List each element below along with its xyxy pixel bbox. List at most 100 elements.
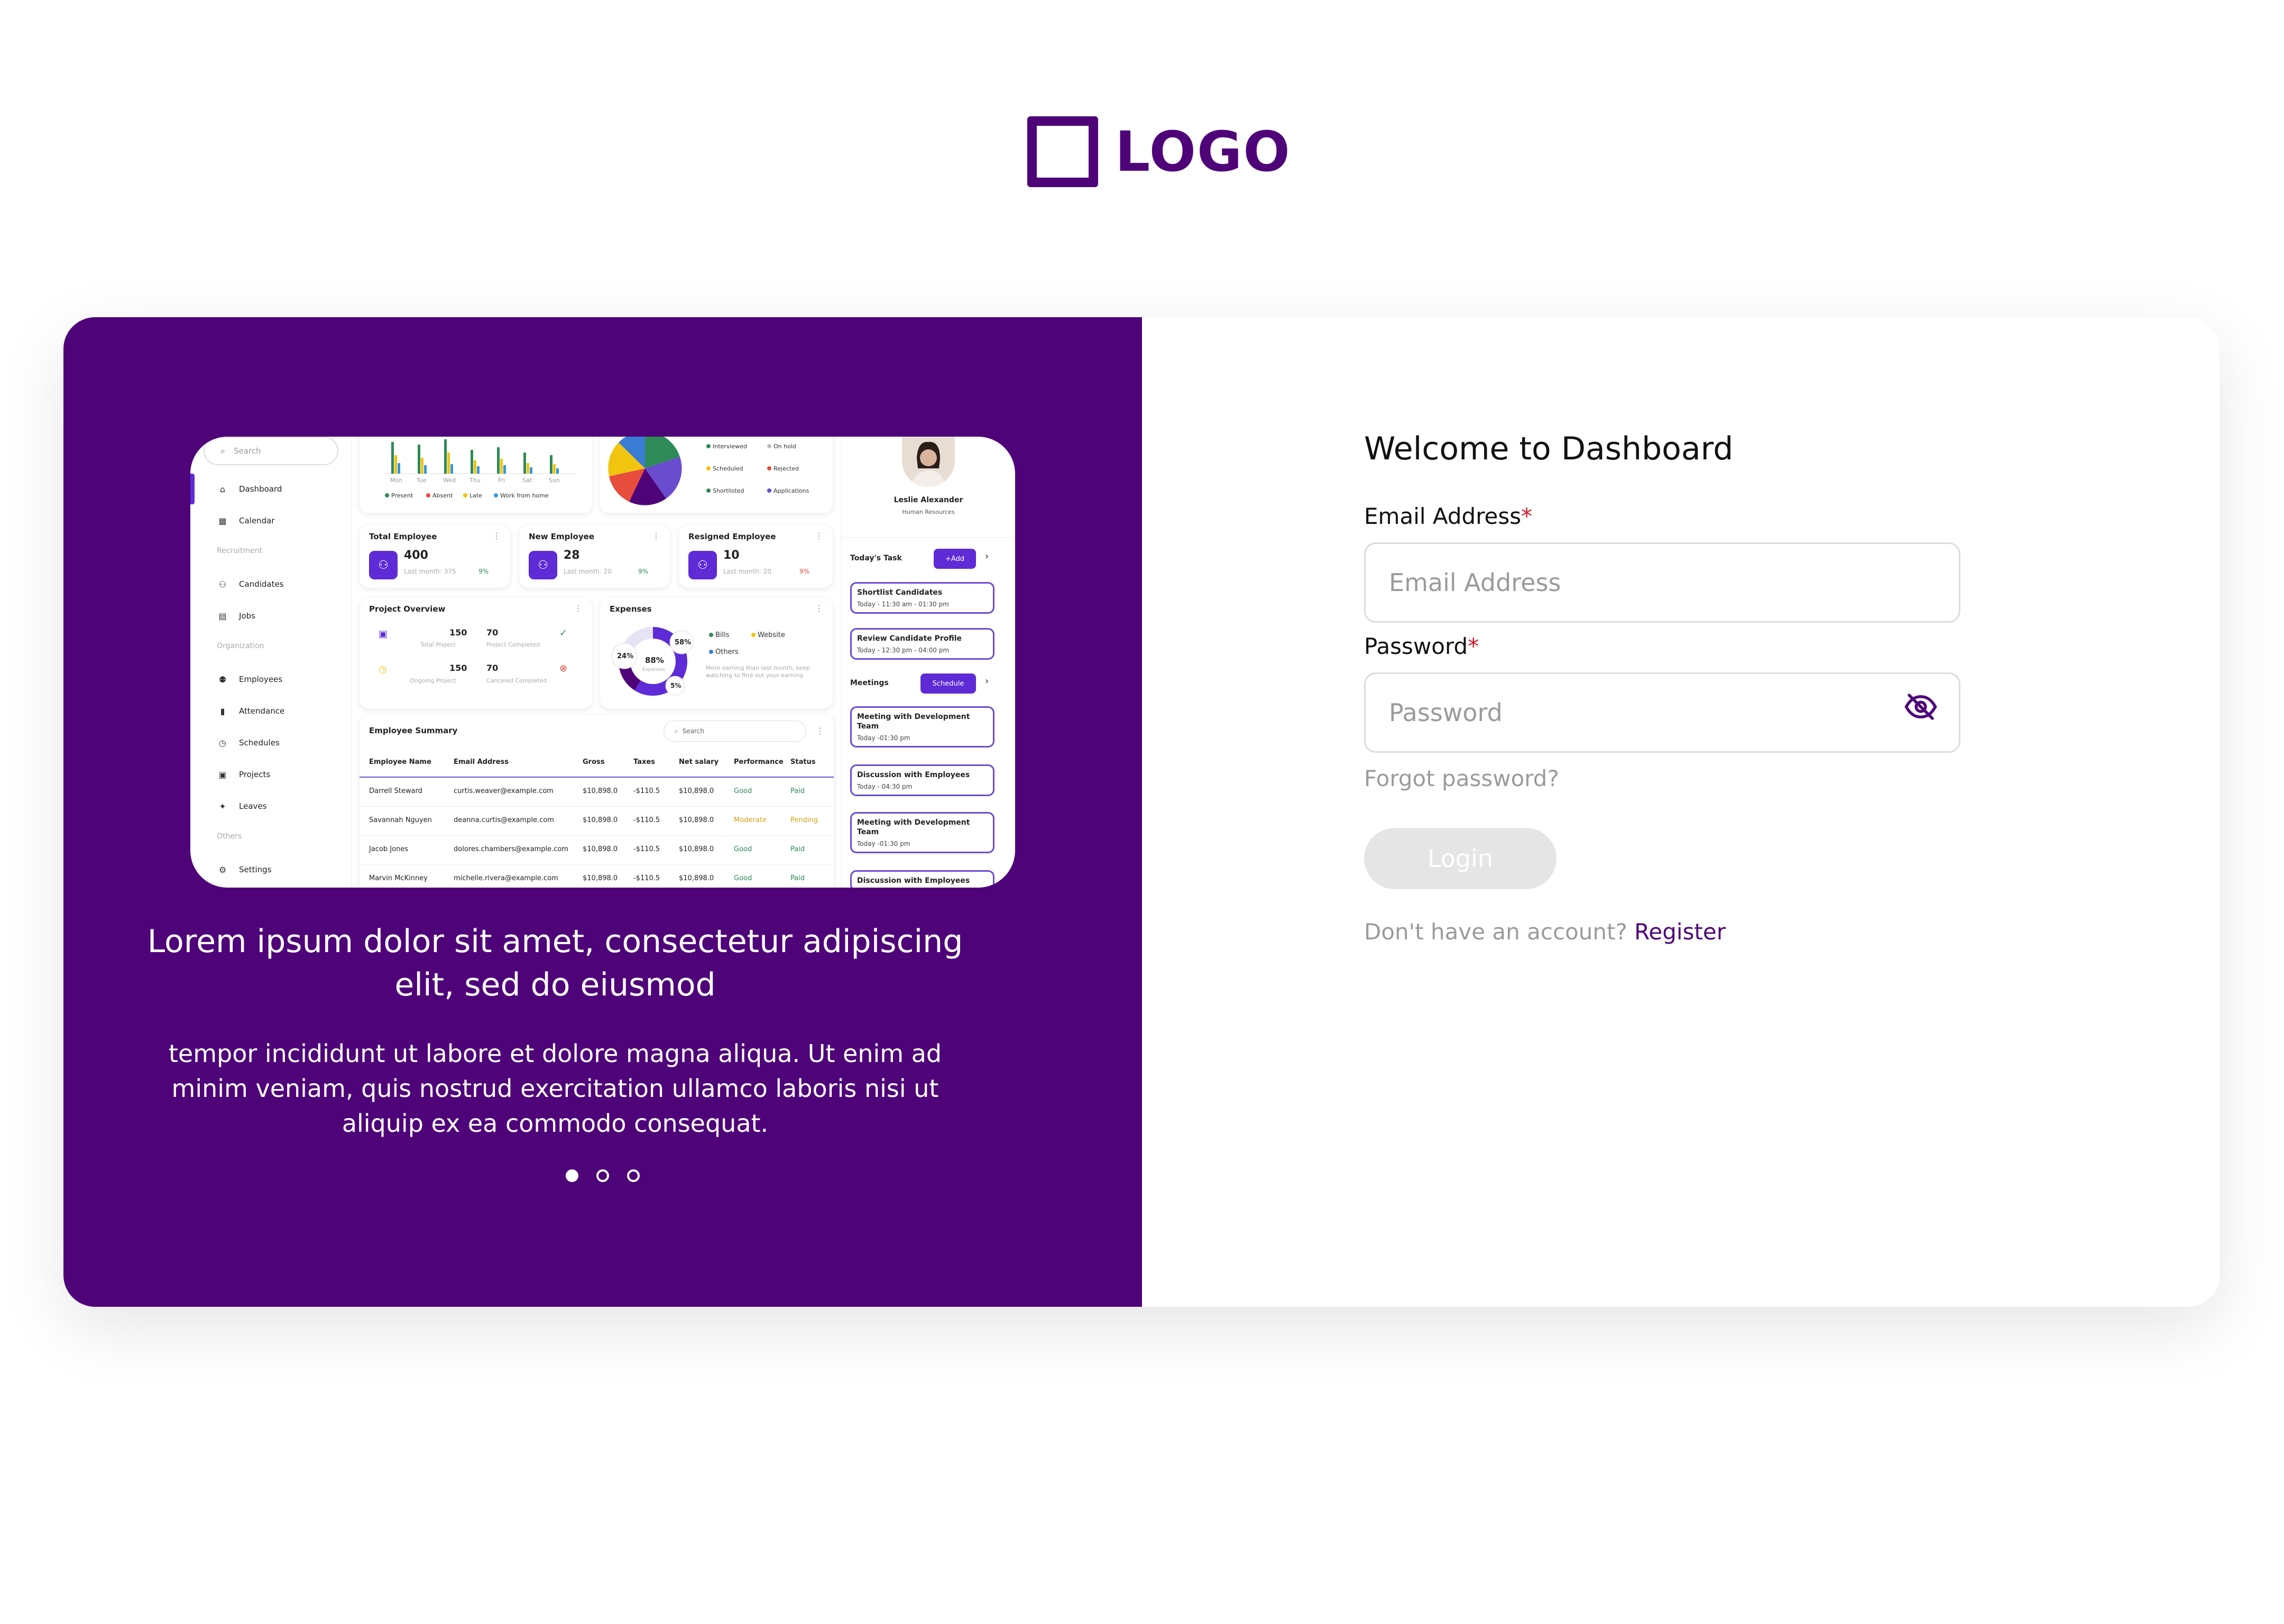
promo-panel: ⌕ Search ⌂ Dashboard ▦ Calendar Recruitmen…: [63, 317, 1142, 1307]
preview-pie-legend: Rejected: [773, 465, 799, 472]
promo-body: tempor incididunt ut labore et dolore ma…: [168, 1039, 942, 1138]
preview-pie-legend: Interviewed: [713, 443, 747, 450]
password-label-text: Password: [1364, 633, 1468, 659]
bar-chart-icon: ▮: [220, 706, 225, 716]
preview-right-column: Leslie Alexander Human Resources Today's…: [841, 437, 1015, 888]
preview-nav-label: Dashboard: [239, 484, 282, 494]
preview-expense-note: More earning than last month, keep watch…: [706, 665, 811, 679]
preview-donut-center: 88%: [645, 656, 664, 665]
preview-nav-label: Jobs: [239, 611, 255, 621]
logo-square-icon: [1027, 116, 1098, 187]
preview-meeting-time: Today -01:30 pm: [857, 734, 910, 742]
preview-task-title: Review Candidate Profile: [857, 634, 962, 643]
brand-logo: LOGO: [1027, 116, 1291, 187]
more-icon: ⋮: [652, 531, 660, 541]
preview-nav-employees: ⚉ Employees: [217, 673, 282, 685]
preview-expenses-card: Expenses ⋮ 88% Expenses 24% 58% 5% Bills…: [600, 598, 833, 709]
table-cell: Darrell Steward: [369, 787, 422, 795]
sparkle-icon: ✦: [219, 801, 226, 811]
table-cell: $10,898.0: [583, 845, 618, 853]
preview-meeting: Meeting with Development Team Today -01:…: [850, 706, 994, 748]
preview-sidebar: ⌕ Search ⌂ Dashboard ▦ Calendar Recruitmen…: [190, 437, 352, 888]
preview-project-overview: Project Overview ⋮ ▣ 150 Total Project 7…: [360, 598, 592, 709]
check-circle-icon: ✓: [559, 628, 568, 639]
more-icon: ⋮: [492, 531, 501, 541]
preview-meeting-time: Today -01:30 pm: [857, 840, 910, 847]
table-cell: -$110.5: [633, 787, 660, 795]
preview-expense-legend: Others: [715, 648, 739, 656]
email-input[interactable]: [1364, 542, 1960, 623]
preview-legend-label: Present: [391, 492, 413, 499]
preview-section-others: Others: [217, 832, 242, 841]
carousel-dot-2[interactable]: [596, 1169, 609, 1182]
table-row: Savannah Nguyen deanna.curtis@example.co…: [360, 807, 834, 836]
preview-nav-label: Calendar: [239, 516, 275, 525]
table-cell: Pending: [790, 816, 818, 824]
carousel-dot-1[interactable]: [566, 1169, 578, 1182]
chevron-right-icon: ›: [985, 676, 989, 687]
preview-overview-value: 150: [449, 628, 467, 638]
table-header-cell: Gross: [583, 758, 605, 766]
table-cell: $10,898.0: [679, 874, 714, 882]
people-icon: ⚇: [688, 551, 717, 579]
calendar-icon: ▦: [218, 515, 227, 526]
people-icon: ⚇: [369, 551, 398, 579]
table-cell: $10,898.0: [583, 787, 618, 795]
preview-nav-schedules: ◷ Schedules: [217, 737, 280, 749]
people-icon: ⚇: [529, 551, 557, 579]
home-icon: ⌂: [219, 484, 226, 494]
preview-meeting-title: Meeting with Development Team: [857, 713, 970, 731]
preview-nav-label: Schedules: [239, 738, 280, 748]
required-mark: *: [1468, 633, 1479, 659]
table-cell: Good: [734, 874, 752, 882]
preview-stat-pct: 9%: [799, 568, 810, 575]
briefcase-icon: ▣: [379, 629, 388, 640]
table-row: Darrell Steward curtis.weaver@example.co…: [360, 778, 834, 807]
table-row: Jacob Jones dolores.chambers@example.com…: [360, 836, 834, 865]
logo-text: LOGO: [1115, 119, 1291, 184]
preview-nav-calendar: ▦ Calendar: [217, 515, 274, 527]
password-input[interactable]: [1364, 672, 1960, 753]
preview-expense-legend: Bills: [715, 631, 730, 639]
table-cell: -$110.5: [633, 845, 660, 853]
clock-icon: ◷: [219, 737, 226, 748]
table-cell: Savannah Nguyen: [369, 816, 432, 824]
carousel-dot-3[interactable]: [627, 1169, 640, 1182]
preview-nav-label: Attendance: [239, 706, 285, 716]
preview-nav-candidates: ⚇ Candidates: [217, 578, 284, 590]
preview-legend-label: Absent: [432, 492, 453, 499]
preview-legend-label: Work from home: [500, 492, 549, 499]
preview-section-recruitment: Recruitment: [217, 547, 263, 555]
preview-day-label: Tue: [416, 477, 427, 484]
table-header-cell: Performance: [734, 758, 784, 766]
more-icon: ⋮: [574, 603, 583, 613]
table-cell: -$110.5: [633, 816, 660, 824]
preview-overview-label: Project Completed: [486, 641, 540, 648]
login-form-panel: Welcome to Dashboard Email Address* Pass…: [1142, 317, 2219, 1307]
table-cell: -$110.5: [633, 874, 660, 882]
preview-overview-value: 70: [486, 663, 499, 673]
preview-expenses-donut: 88% Expenses 24% 58% 5% Bills Website Ot…: [611, 627, 785, 696]
login-button[interactable]: Login: [1364, 828, 1557, 889]
preview-nav-label: Settings: [239, 865, 272, 874]
register-link[interactable]: Register: [1634, 919, 1726, 945]
preview-nav-jobs: ▤ Jobs: [217, 610, 255, 622]
preview-stat-value: 10: [723, 549, 740, 562]
email-label-text: Email Address: [1364, 503, 1522, 529]
preview-donut-label: 5%: [670, 682, 681, 689]
preview-stat-title: Total Employee: [369, 532, 437, 541]
preview-meeting: Discussion with Employees Today - 04:30 …: [850, 764, 994, 796]
briefcase-icon: ▣: [218, 769, 227, 780]
preview-stat-pct: 9%: [638, 568, 649, 575]
table-cell: dolores.chambers@example.com: [454, 845, 568, 853]
preview-schedule-button: Schedule: [920, 673, 976, 694]
forgot-password-link[interactable]: Forgot password?: [1364, 765, 1559, 791]
preview-section-organization: Organization: [217, 642, 264, 650]
table-cell: Moderate: [734, 816, 767, 824]
eye-off-icon[interactable]: [1903, 689, 1938, 724]
preview-meeting: Meeting with Development Team Today -01:…: [850, 812, 994, 853]
preview-day-label: Mon: [390, 477, 402, 484]
preview-day-label: Sun: [549, 477, 560, 484]
table-cell: Marvin McKinney: [369, 874, 428, 882]
avatar-person-icon: [902, 437, 955, 487]
